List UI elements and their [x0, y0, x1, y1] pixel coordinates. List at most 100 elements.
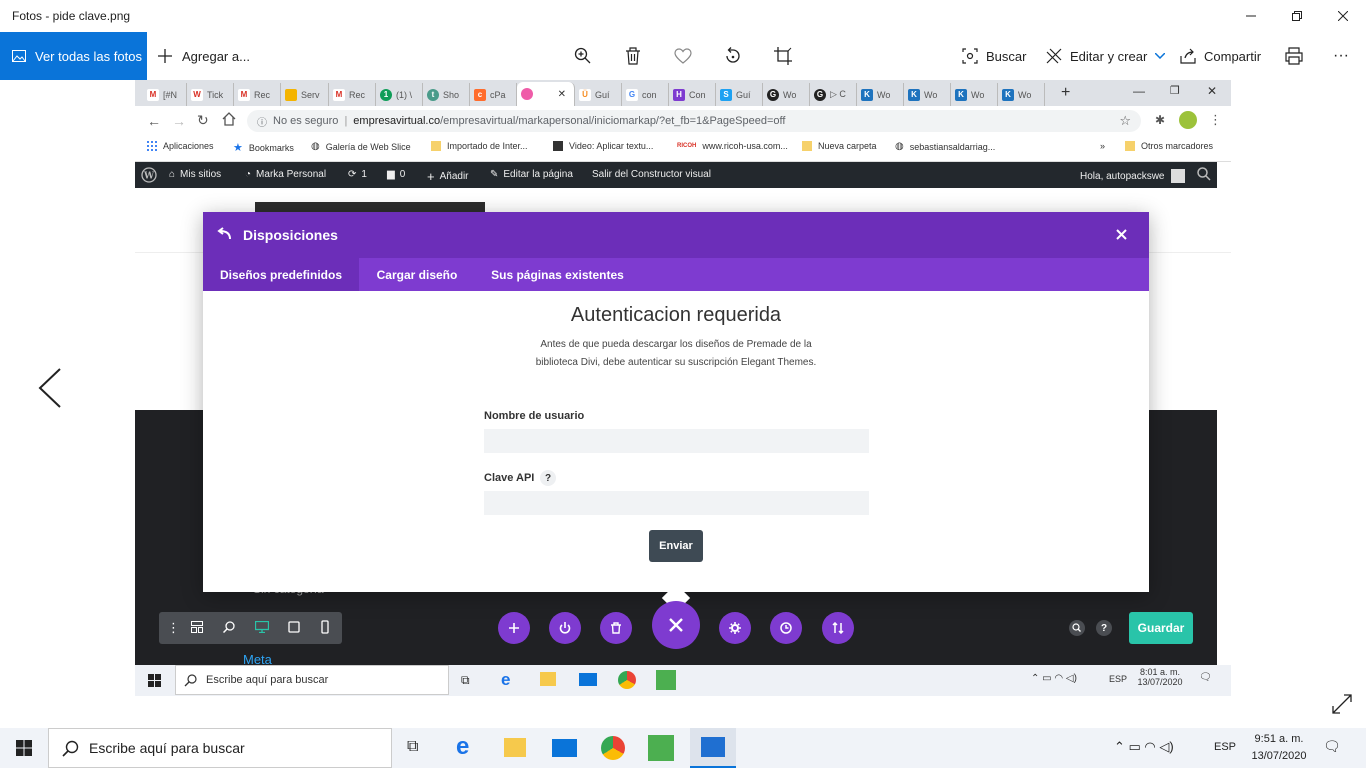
- task-view-icon[interactable]: ⧉: [461, 673, 470, 688]
- inner-clock[interactable]: 8:01 a. m. 13/07/2020: [1135, 667, 1185, 687]
- browser-tab[interactable]: K Wo: [998, 83, 1045, 106]
- profile-avatar[interactable]: [1179, 111, 1197, 129]
- url-input[interactable]: ⓘ No es seguro | empresavirtual.co/empre…: [247, 110, 1141, 132]
- edit-create-button[interactable]: Editar y crear: [1046, 32, 1166, 80]
- more-options-button[interactable]: ···: [1333, 32, 1349, 80]
- browser-restore-icon[interactable]: ❐: [1170, 84, 1180, 97]
- clear-layout-button[interactable]: [600, 612, 632, 644]
- app-icon[interactable]: [648, 735, 674, 761]
- new-tab-button[interactable]: +: [1061, 84, 1070, 102]
- print-button[interactable]: [1285, 32, 1303, 80]
- photos-taskbar-button[interactable]: [690, 728, 736, 768]
- tray-icons[interactable]: ⌃ ▭ ◠ ◁): [1031, 673, 1077, 684]
- bookmark-item[interactable]: Video: Aplicar textu...: [553, 141, 653, 151]
- page-options-button[interactable]: [822, 612, 854, 644]
- windows-start-icon[interactable]: [148, 674, 161, 687]
- language-indicator[interactable]: ESP: [1214, 741, 1236, 753]
- browser-tab[interactable]: G ▷ C: [810, 83, 857, 106]
- edit-page-link[interactable]: ✎ Editar la página: [490, 169, 573, 180]
- builder-search-icon[interactable]: [1069, 620, 1085, 636]
- bookmark-item[interactable]: ★ Bookmarks: [233, 141, 294, 154]
- apikey-input[interactable]: [484, 491, 869, 515]
- browser-tab[interactable]: K Wo: [951, 83, 998, 106]
- bookmark-item[interactable]: ◍ Galería de Web Slice: [311, 141, 411, 152]
- add-to-button[interactable]: Agregar a...: [158, 32, 250, 80]
- task-view-icon[interactable]: ⧉: [407, 738, 418, 756]
- username-input[interactable]: [484, 429, 869, 453]
- add-new-menu[interactable]: + Añadir: [427, 169, 469, 184]
- browser-minimize-icon[interactable]: —: [1133, 84, 1145, 98]
- app-icon[interactable]: [656, 670, 676, 690]
- back-arrow-icon[interactable]: [217, 227, 231, 241]
- menu-icon[interactable]: ⋮: [1209, 112, 1222, 128]
- bookmark-star-icon[interactable]: ☆: [1119, 113, 1131, 129]
- browser-tab[interactable]: t Sho: [423, 83, 470, 106]
- builder-help-icon[interactable]: ?: [1096, 620, 1112, 636]
- browser-tab[interactable]: G Wo: [763, 83, 810, 106]
- add-module-button[interactable]: [498, 612, 530, 644]
- exit-builder-link[interactable]: Salir del Constructor visual: [592, 169, 711, 180]
- close-modal-button[interactable]: [1116, 229, 1127, 240]
- save-button[interactable]: Guardar: [1129, 612, 1193, 644]
- bookmark-item[interactable]: Importado de Inter...: [431, 141, 528, 151]
- more-bookmarks-button[interactable]: »: [1100, 141, 1105, 151]
- previous-photo-button[interactable]: [38, 368, 62, 408]
- browser-tab-active[interactable]: ✕: [517, 82, 575, 106]
- account-menu[interactable]: Hola, autopackswe: [1080, 169, 1185, 183]
- browser-tab[interactable]: K Wo: [904, 83, 951, 106]
- rotate-button[interactable]: [724, 32, 742, 80]
- browser-tab[interactable]: S Guí: [716, 83, 763, 106]
- bookmark-item[interactable]: RICOH www.ricoh-usa.com...: [677, 141, 788, 151]
- menu-dots-icon[interactable]: ⋮: [167, 620, 180, 636]
- view-all-photos-button[interactable]: Ver todas las fotos: [0, 32, 147, 80]
- apikey-help-icon[interactable]: ?: [540, 470, 556, 486]
- portability-button[interactable]: [549, 612, 581, 644]
- search-button[interactable]: Buscar: [962, 32, 1026, 80]
- wireframe-icon[interactable]: [191, 621, 203, 633]
- delete-button[interactable]: [625, 32, 641, 80]
- settings-button[interactable]: [719, 612, 751, 644]
- close-layouts-button[interactable]: [652, 601, 700, 649]
- site-menu[interactable]: ◔ Marka Personal: [245, 169, 326, 180]
- browser-tab[interactable]: H Con: [669, 83, 716, 106]
- bookmark-item[interactable]: Aplicaciones: [147, 141, 214, 151]
- chrome-icon[interactable]: [618, 671, 636, 689]
- minimize-button[interactable]: [1228, 0, 1274, 32]
- browser-close-icon[interactable]: ✕: [1207, 84, 1217, 98]
- tab-premade-layouts[interactable]: Diseños predefinidos: [203, 258, 359, 291]
- wordpress-icon[interactable]: W: [141, 167, 157, 183]
- inner-search-box[interactable]: Escribe aquí para buscar: [175, 665, 449, 695]
- close-window-button[interactable]: [1320, 0, 1366, 32]
- mail-icon[interactable]: [579, 673, 597, 686]
- my-sites-menu[interactable]: ⌂ Mis sitios: [169, 169, 221, 180]
- notification-icon[interactable]: 🗨: [1199, 672, 1212, 683]
- tab-load-layout[interactable]: Cargar diseño: [359, 258, 475, 291]
- notification-center-icon[interactable]: 🗨: [1323, 738, 1341, 755]
- browser-tab[interactable]: c cPa: [470, 83, 517, 106]
- favorite-button[interactable]: [674, 32, 692, 80]
- browser-tab[interactable]: M Rec: [234, 83, 281, 106]
- tablet-view-icon[interactable]: [288, 621, 300, 633]
- crop-button[interactable]: [774, 32, 792, 80]
- browser-tab[interactable]: M Rec: [329, 83, 376, 106]
- phone-view-icon[interactable]: [321, 620, 329, 634]
- clock[interactable]: 9:51 a. m. 13/07/2020: [1244, 731, 1314, 765]
- windows-start-icon[interactable]: [16, 740, 32, 756]
- restore-button[interactable]: [1274, 0, 1320, 32]
- browser-tab[interactable]: M [#N: [143, 83, 187, 106]
- share-button[interactable]: Compartir: [1180, 32, 1261, 80]
- zoom-button[interactable]: [574, 32, 592, 80]
- submit-button[interactable]: Enviar: [649, 530, 703, 562]
- reload-icon[interactable]: ↻: [197, 112, 209, 129]
- browser-tab[interactable]: Serv: [281, 83, 329, 106]
- chrome-icon[interactable]: [601, 736, 625, 760]
- bookmark-item[interactable]: ◍ sebastiansaldarriag...: [895, 141, 995, 152]
- edge-icon[interactable]: e: [501, 670, 510, 690]
- forward-icon[interactable]: →: [172, 113, 186, 129]
- zoom-icon[interactable]: [223, 621, 235, 633]
- tab-existing-pages[interactable]: Sus páginas existentes: [475, 258, 640, 291]
- desktop-view-icon[interactable]: [255, 621, 269, 633]
- tray-icons[interactable]: ⌃ ▭ ◠ ◁): [1114, 739, 1174, 755]
- other-bookmarks[interactable]: Otros marcadores: [1125, 141, 1213, 151]
- updates-menu[interactable]: ⟳ 1: [348, 169, 367, 180]
